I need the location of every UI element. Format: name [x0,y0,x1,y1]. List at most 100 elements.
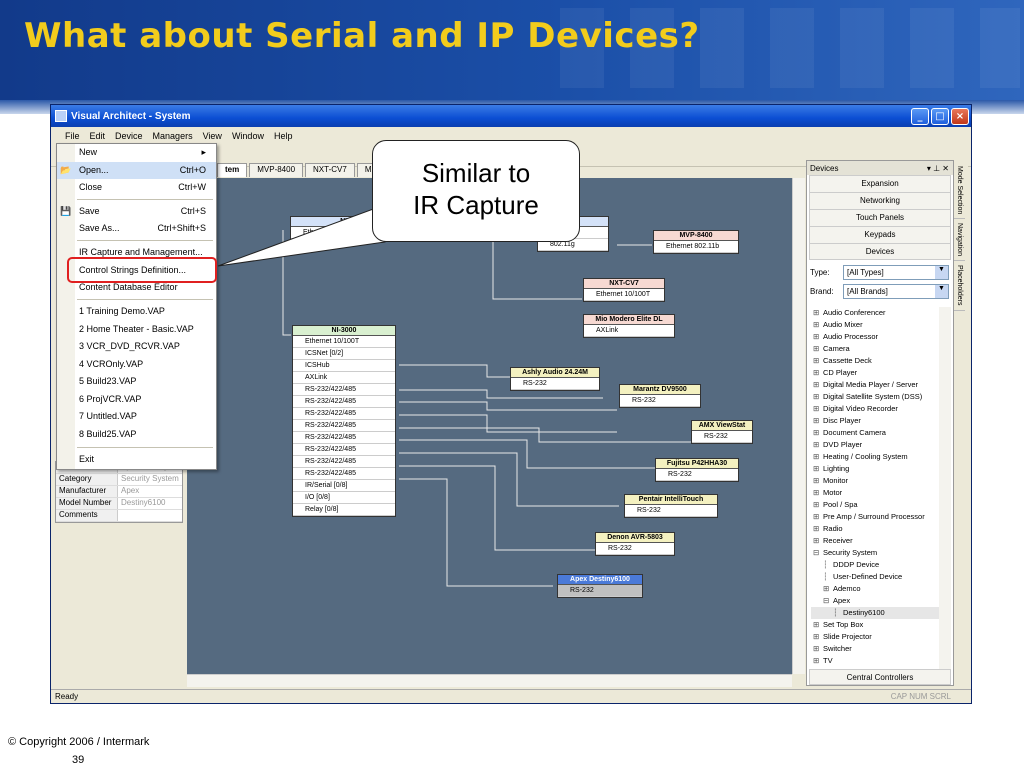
canvas-horizontal-scrollbar[interactable] [187,674,792,687]
expand-icon[interactable]: ⊞ [813,619,823,631]
port-row[interactable]: ICSNet [0/2] [293,348,395,360]
node-fujitsu[interactable]: Fujitsu P42HHA30 RS-232 [655,458,739,482]
tree-item[interactable]: ⊞ Digital Media Player / Server [811,379,939,391]
expand-icon[interactable]: ⊞ [813,463,823,475]
menu-view[interactable]: View [203,131,222,141]
tree-item[interactable]: ⊞ Audio Mixer [811,319,939,331]
tree-item[interactable]: ⊞ Switcher [811,643,939,655]
tree-item[interactable]: ⊟ Apex [811,595,939,607]
property-row[interactable]: Category Security System [56,474,182,486]
brand-select[interactable]: [All Brands] ▼ [843,284,949,299]
recent-file-3[interactable]: 3 VCR_DVD_RCVR.VAP [57,338,216,355]
expand-icon[interactable]: ⊞ [813,367,823,379]
tree-item[interactable]: ⊞ Audio Conferencer [811,307,939,319]
menu-item-new[interactable]: New ▸ [57,144,216,161]
expand-icon[interactable]: ⊞ [813,523,823,535]
expand-icon[interactable]: ⊞ [813,487,823,499]
expand-icon[interactable]: ⊞ [813,379,823,391]
recent-file-2[interactable]: 2 Home Theater - Basic.VAP [57,321,216,338]
tree-scrollbar[interactable] [939,307,951,669]
port-row[interactable]: RS-232/422/485 [293,456,395,468]
menu-help[interactable]: Help [274,131,293,141]
port-row[interactable]: ICSHub [293,360,395,372]
close-button[interactable]: × [951,107,969,125]
property-row[interactable]: Manufacturer Apex [56,486,182,498]
tree-item[interactable]: ⊞ DVD Player [811,439,939,451]
tree-item[interactable]: ┆ User-Defined Device [811,571,939,583]
expand-icon[interactable]: ⊞ [813,307,823,319]
port-row[interactable]: RS-232 [620,395,700,407]
port-row[interactable]: IR/Serial [0/8] [293,480,395,492]
expand-icon[interactable]: ⊞ [813,439,823,451]
port-row[interactable]: Relay [0/8] [293,504,395,516]
tree-item[interactable]: ⊞ Heating / Cooling System [811,451,939,463]
port-row[interactable]: Ethernet 10/100T [584,289,664,301]
tree-item[interactable]: ⊞ Camera [811,343,939,355]
category-keypads[interactable]: Keypads [809,226,951,243]
tree-item[interactable]: ┆ Destiny6100 [811,607,939,619]
window-titlebar[interactable]: Visual Architect - System _ □ × [51,105,971,127]
node-ni-3000[interactable]: NI-3000 Ethernet 10/100T ICSNet [0/2] IC… [292,325,396,517]
tree-item[interactable]: ⊞ Monitor [811,475,939,487]
tree-item[interactable]: ⊞ TV [811,655,939,667]
port-row[interactable]: RS-232 [558,585,642,597]
node-mvp-8400[interactable]: MVP-8400 Ethernet 802.11b [653,230,739,254]
port-row[interactable]: Ethernet 802.11b [654,241,738,253]
recent-file-7[interactable]: 7 Untitled.VAP [57,408,216,425]
tree-item[interactable]: ⊞ Cassette Deck [811,355,939,367]
collapse-icon[interactable]: ⊟ [813,547,823,559]
tree-item[interactable]: ⊞ Lighting [811,463,939,475]
node-marantz[interactable]: Marantz DV9500 RS-232 [619,384,701,408]
tab-mvp-8400[interactable]: MVP-8400 [249,163,304,177]
maximize-button[interactable]: □ [931,107,949,125]
menu-item-save-as[interactable]: Save As... Ctrl+Shift+S [57,220,216,237]
expand-icon[interactable]: ⊞ [813,511,823,523]
tab-placeholders[interactable]: Placeholders [954,261,965,311]
node-ashly-audio[interactable]: Ashly Audio 24.24M RS-232 [510,367,600,391]
tab-system[interactable]: tem [217,163,248,177]
central-controllers-button[interactable]: Central Controllers [809,669,951,685]
expand-icon[interactable]: ⊞ [813,331,823,343]
expand-icon[interactable]: ⊞ [813,655,823,667]
property-row[interactable]: Comments [56,510,182,522]
tree-item[interactable]: ⊞ Audio Processor [811,331,939,343]
tab-nxt-cv7[interactable]: NXT-CV7 [305,163,355,177]
category-networking[interactable]: Networking [809,192,951,209]
recent-file-1[interactable]: 1 Training Demo.VAP [57,303,216,320]
tree-item[interactable]: ┆ DDDP Device [811,559,939,571]
node-denon[interactable]: Denon AVR-5803 RS-232 [595,532,675,556]
expand-icon[interactable]: ⊞ [813,343,823,355]
category-expansion[interactable]: Expansion [809,175,951,192]
tree-item[interactable]: ⊞ Pool / Spa [811,499,939,511]
expand-icon[interactable]: ⊞ [813,643,823,655]
tree-item[interactable]: ⊞ Pre Amp / Surround Processor [811,511,939,523]
node-apex-destiny[interactable]: Apex Destiny6100 RS-232 [557,574,643,598]
tree-item[interactable]: ⊟ Security System [811,547,939,559]
tree-item[interactable]: ⊞ Set Top Box [811,619,939,631]
node-nxt-cv7[interactable]: NXT-CV7 Ethernet 10/100T [583,278,665,302]
tree-item[interactable]: ⊞ Receiver [811,535,939,547]
port-row[interactable]: RS-232/422/485 [293,444,395,456]
port-row[interactable]: RS-232/422/485 [293,396,395,408]
port-row[interactable]: RS-232 [625,505,717,517]
expand-icon[interactable]: ⊞ [823,583,833,595]
port-row[interactable]: RS-232 [656,469,738,481]
port-row[interactable]: RS-232/422/485 [293,420,395,432]
tree-item[interactable]: ⊞ Slide Projector [811,631,939,643]
menu-file[interactable]: File [65,131,80,141]
property-row[interactable]: Model Number Destiny6100 [56,498,182,510]
expand-icon[interactable]: ⊞ [813,499,823,511]
port-row[interactable]: RS-232 [692,431,752,443]
node-mio-modero[interactable]: Mio Modero Elite DL AXLink [583,314,675,338]
category-touch-panels[interactable]: Touch Panels [809,209,951,226]
port-row[interactable]: RS-232 [596,543,674,555]
minimize-button[interactable]: _ [911,107,929,125]
tree-item[interactable]: ⊞ Digital Video Recorder [811,403,939,415]
menu-item-close[interactable]: Close Ctrl+W [57,179,216,196]
menu-window[interactable]: Window [232,131,264,141]
expand-icon[interactable]: ⊞ [813,403,823,415]
panel-close-icon[interactable]: ▾ ⊥ ✕ [927,164,949,173]
tab-navigation[interactable]: Navigation [954,219,965,262]
menu-item-open[interactable]: 📂 Open... Ctrl+O [57,162,216,179]
chevron-down-icon[interactable]: ▼ [935,266,948,279]
